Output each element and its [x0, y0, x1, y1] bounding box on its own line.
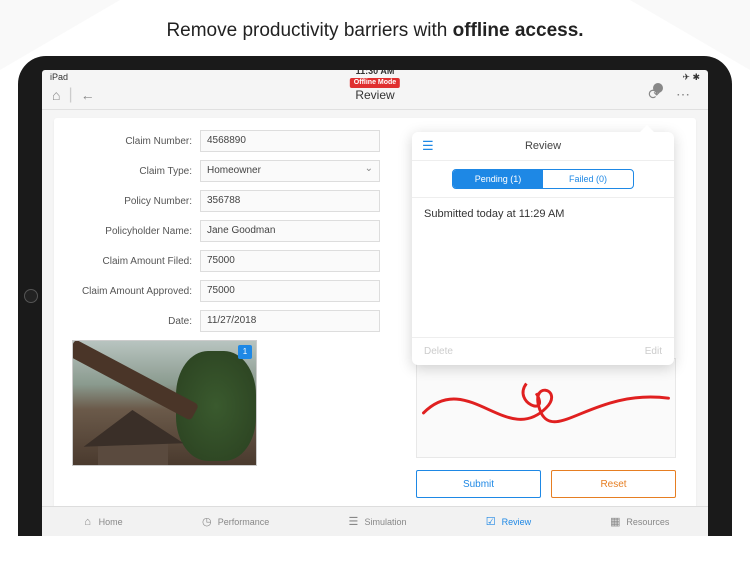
grid-icon: ▦: [608, 515, 622, 529]
page-title: Review: [355, 88, 394, 102]
sliders-icon: ☰: [346, 515, 360, 529]
tab-performance[interactable]: ◷ Performance: [200, 512, 270, 531]
sync-icon[interactable]: ⟳: [648, 86, 660, 103]
claim-number-field[interactable]: 4568890: [200, 130, 380, 152]
popover-menu-icon[interactable]: ☰: [422, 138, 434, 154]
status-time: 11:30 AM: [350, 70, 400, 76]
status-icons: ✈︎ ✱: [682, 72, 700, 83]
more-icon[interactable]: ⋯: [676, 86, 690, 103]
tablet-frame: iPad 11:30 AM Offline Mode ✈︎ ✱ ⌂ | ← Re…: [18, 56, 732, 536]
amount-filed-field[interactable]: 75000: [200, 250, 380, 272]
edit-action[interactable]: Edit: [645, 346, 662, 357]
check-icon: ☑: [484, 515, 498, 529]
signature-pad[interactable]: [416, 358, 676, 458]
reset-button[interactable]: Reset: [551, 470, 676, 498]
device-label: iPad: [50, 72, 68, 82]
submit-button[interactable]: Submit: [416, 470, 541, 498]
photo-count-badge: 1: [238, 345, 252, 359]
review-popover: ☰ Review Pending (1) Failed (0) Submitte…: [412, 132, 674, 365]
tab-pending[interactable]: Pending (1): [453, 170, 543, 188]
nav-bar: ⌂ | ← Review ⟳ ⋯: [42, 84, 708, 110]
tab-simulation[interactable]: ☰ Simulation: [346, 512, 406, 531]
status-bar: iPad 11:30 AM Offline Mode ✈︎ ✱: [42, 70, 708, 84]
tab-resources[interactable]: ▦ Resources: [608, 512, 669, 531]
tab-bar: ⌂ Home ◷ Performance ☰ Simulation ☑ Revi…: [42, 506, 708, 536]
policyholder-label: Policyholder Name:: [72, 226, 200, 237]
claim-type-label: Claim Type:: [72, 166, 200, 177]
popover-title: Review: [525, 140, 561, 152]
home-icon[interactable]: ⌂: [52, 87, 60, 103]
date-label: Date:: [72, 316, 200, 327]
delete-action[interactable]: Delete: [424, 346, 453, 357]
amount-approved-label: Claim Amount Approved:: [72, 286, 200, 297]
segmented-control: Pending (1) Failed (0): [452, 169, 634, 189]
home-tab-icon: ⌂: [81, 515, 95, 529]
claim-type-select[interactable]: Homeowner: [200, 160, 380, 182]
tab-failed[interactable]: Failed (0): [543, 170, 633, 188]
home-button-hw: [24, 289, 38, 303]
back-icon[interactable]: ←: [81, 87, 95, 103]
date-field[interactable]: 11/27/2018: [200, 310, 380, 332]
policy-number-label: Policy Number:: [72, 196, 200, 207]
tab-review[interactable]: ☑ Review: [484, 512, 532, 531]
tab-home[interactable]: ⌂ Home: [81, 512, 123, 531]
policyholder-field[interactable]: Jane Goodman: [200, 220, 380, 242]
screen: iPad 11:30 AM Offline Mode ✈︎ ✱ ⌂ | ← Re…: [42, 70, 708, 536]
submission-status: Submitted today at 11:29 AM: [424, 208, 662, 220]
amount-approved-field[interactable]: 75000: [200, 280, 380, 302]
policy-number-field[interactable]: 356788: [200, 190, 380, 212]
claim-photo[interactable]: 1: [72, 340, 257, 466]
gauge-icon: ◷: [200, 515, 214, 529]
amount-filed-label: Claim Amount Filed:: [72, 256, 200, 267]
claim-number-label: Claim Number:: [72, 136, 200, 147]
